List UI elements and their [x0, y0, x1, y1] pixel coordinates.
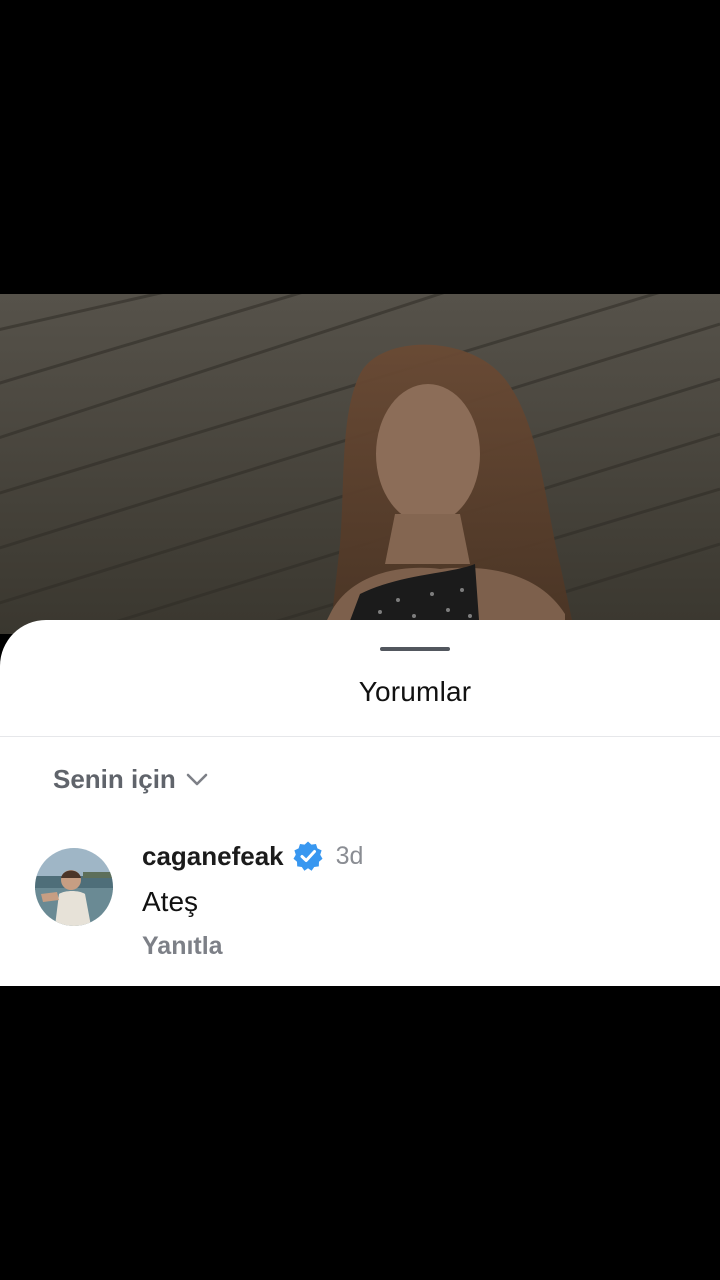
comment-time: 3d	[335, 841, 364, 870]
post-photo	[0, 294, 720, 634]
comment-header: caganefeak 3d	[142, 840, 363, 872]
divider	[0, 736, 720, 737]
reply-button[interactable]: Yanıtla	[142, 932, 223, 961]
filter-dropdown[interactable]: Senin için	[53, 764, 208, 795]
filter-label: Senin için	[53, 764, 176, 794]
avatar[interactable]	[35, 848, 113, 926]
chevron-down-icon	[186, 773, 208, 785]
verified-badge-icon	[293, 841, 323, 871]
comments-sheet: Yorumlar Senin için caganefeak 3d Ateş Y…	[0, 620, 720, 986]
comment-text: Ateş	[142, 886, 199, 917]
comment-username[interactable]: caganefeak	[142, 841, 284, 872]
drag-handle[interactable]	[380, 647, 450, 651]
sheet-title: Yorumlar	[358, 676, 472, 707]
